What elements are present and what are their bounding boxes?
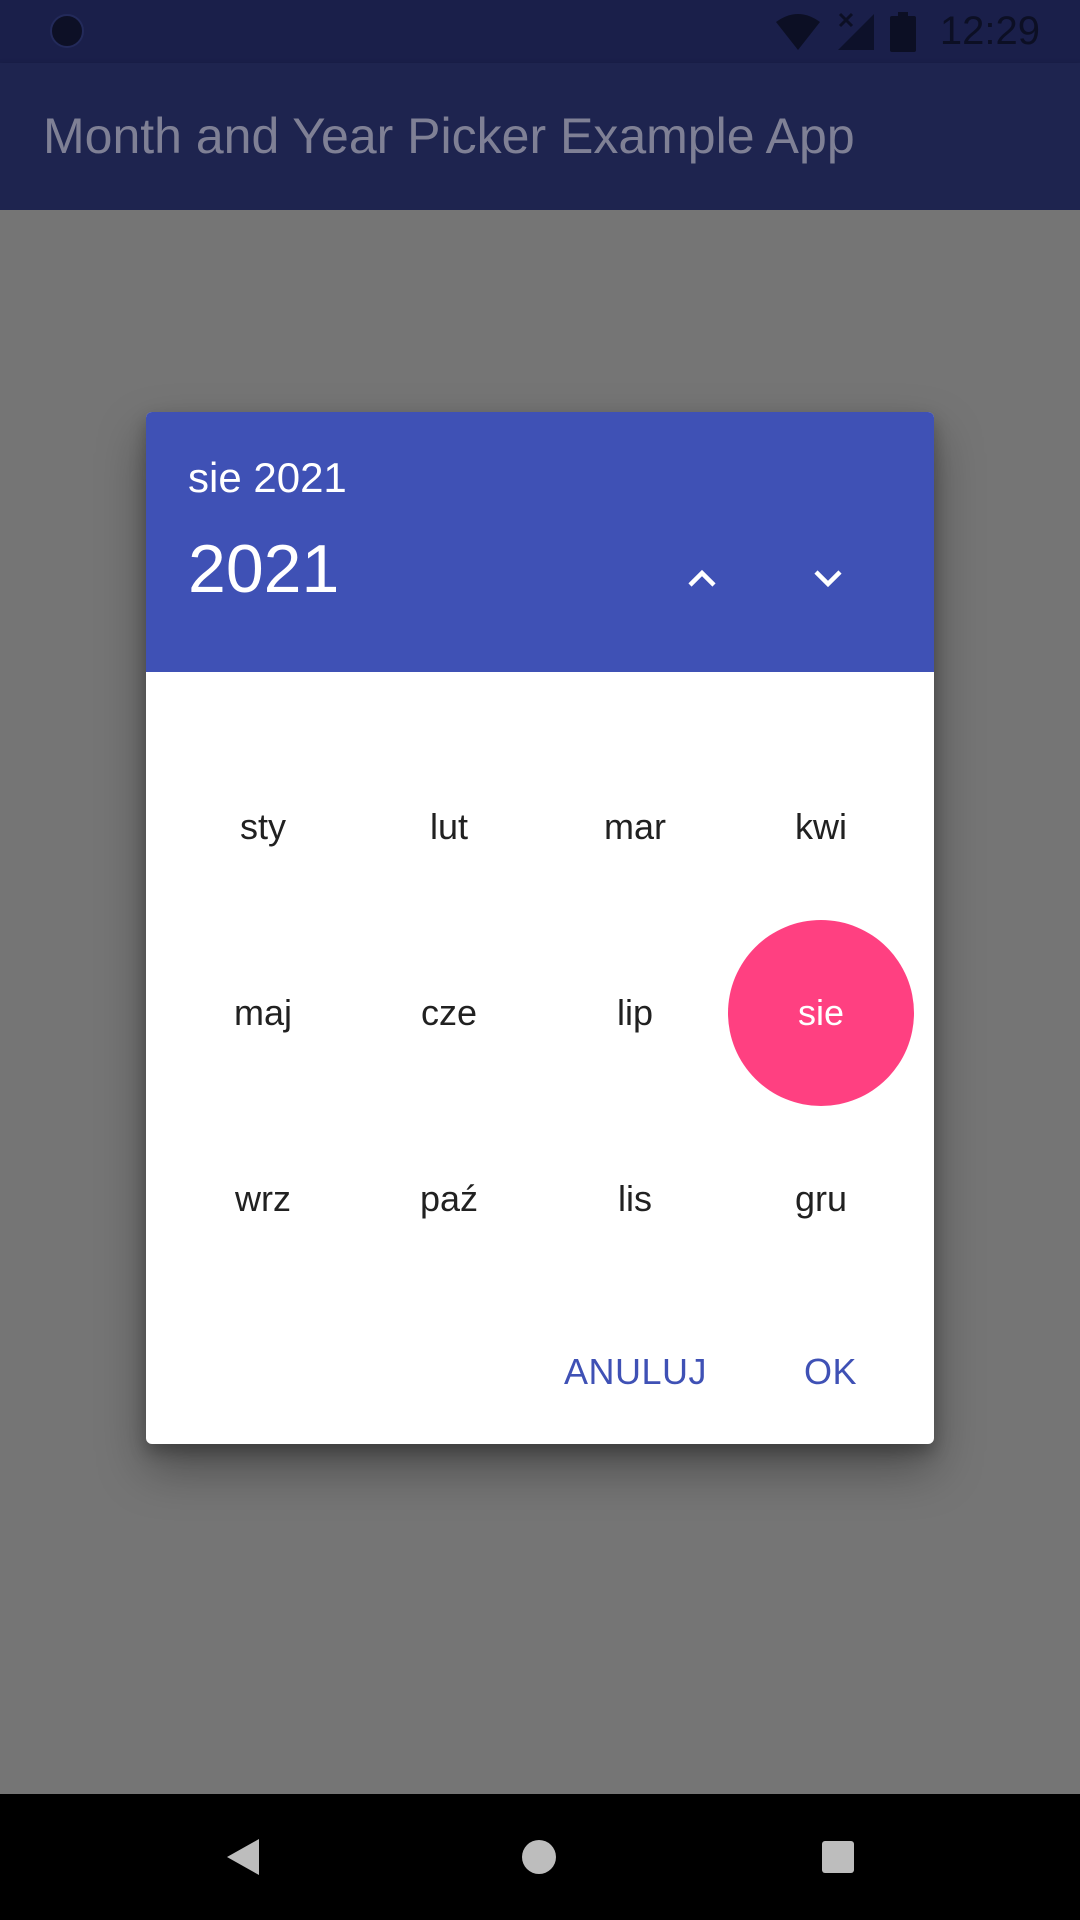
month-label: mar [604, 806, 666, 847]
month-grid: sty lut mar kwi maj cze lip sie wrz paź … [170, 734, 914, 1292]
month-cell-gru[interactable]: gru [728, 1106, 914, 1292]
dialog-header: sie 2021 2021 [146, 412, 934, 672]
recents-icon [822, 1841, 854, 1873]
month-cell-wrz[interactable]: wrz [170, 1106, 356, 1292]
month-label: kwi [795, 806, 847, 847]
month-cell-lut[interactable]: lut [356, 734, 542, 920]
month-label: sie [797, 992, 845, 1033]
month-label: lut [429, 806, 469, 847]
year-up-button[interactable] [666, 542, 738, 614]
year-display[interactable]: 2021 [188, 530, 339, 608]
home-button[interactable] [509, 1827, 569, 1887]
month-label: wrz [235, 1178, 291, 1219]
month-cell-cze[interactable]: cze [356, 920, 542, 1106]
month-cell-mar[interactable]: mar [542, 734, 728, 920]
month-cell-lis[interactable]: lis [542, 1106, 728, 1292]
month-cell-lip[interactable]: lip [542, 920, 728, 1106]
battery-icon [889, 11, 916, 52]
back-icon [227, 1839, 259, 1875]
year-down-button[interactable] [792, 542, 864, 614]
selected-month-year-label: sie 2021 [188, 454, 347, 501]
app-bar: Month and Year Picker Example App [0, 63, 1080, 210]
month-cell-sty[interactable]: sty [170, 734, 356, 920]
status-time: 12:29 [939, 9, 1040, 53]
month-label: gru [794, 1178, 848, 1219]
dialog-actions: ANULUJ OK [146, 1332, 934, 1412]
month-label: maj [233, 992, 292, 1033]
month-label: paź [419, 1178, 479, 1219]
month-cell-maj[interactable]: maj [170, 920, 356, 1106]
month-label: lip [616, 992, 654, 1033]
chevron-down-icon [814, 570, 842, 588]
status-icons: 12:29 [774, 0, 1040, 63]
navigation-bar [0, 1794, 1080, 1920]
wifi-icon [775, 13, 820, 50]
back-button[interactable] [213, 1827, 273, 1887]
home-icon [522, 1840, 556, 1874]
recents-button[interactable] [808, 1827, 868, 1887]
month-cell-kwi[interactable]: kwi [728, 734, 914, 920]
notification-dot-icon [50, 14, 84, 48]
month-cell-sie-selected[interactable]: sie [728, 920, 914, 1106]
month-label: lis [618, 1178, 652, 1219]
ok-button[interactable]: OK [804, 1332, 857, 1412]
month-label: sty [239, 806, 286, 847]
chevron-up-icon [688, 569, 716, 587]
cancel-button[interactable]: ANULUJ [564, 1332, 707, 1412]
status-bar: 12:29 [0, 0, 1080, 63]
month-label: cze [420, 992, 478, 1033]
month-cell-paz[interactable]: paź [356, 1106, 542, 1292]
signal-off-icon [837, 12, 874, 50]
app-title: Month and Year Picker Example App [43, 108, 855, 164]
month-year-picker-dialog: sie 2021 2021 sty lut mar kwi maj cze li… [146, 412, 934, 1444]
